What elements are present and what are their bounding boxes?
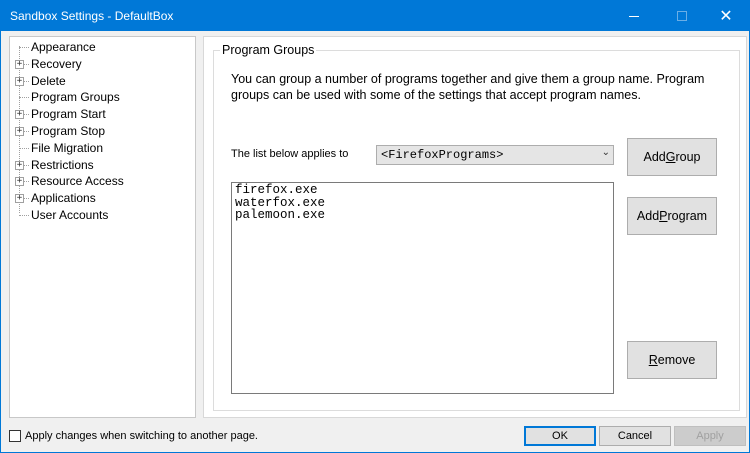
tree-item[interactable]: + Recovery: [10, 56, 195, 73]
tree-item-label: Recovery: [31, 56, 82, 71]
remove-accel: R: [648, 353, 658, 367]
maximize-button[interactable]: [659, 1, 705, 31]
add-group-button[interactable]: Add Group: [627, 138, 717, 176]
add-group-accel: G: [665, 150, 676, 164]
group-select-value: <FirefoxPrograms>: [381, 148, 504, 162]
settings-window: Sandbox Settings - DefaultBox ✕ Appearan…: [0, 0, 750, 453]
expand-icon[interactable]: +: [15, 160, 24, 170]
list-item[interactable]: firefox.exe: [235, 184, 610, 197]
tree-connector: [19, 215, 29, 216]
tree-item[interactable]: File Migration: [10, 140, 195, 157]
expand-icon[interactable]: +: [15, 194, 24, 204]
tree-item[interactable]: + Resource Access: [10, 173, 195, 190]
title-bar[interactable]: Sandbox Settings - DefaultBox ✕: [1, 1, 749, 31]
tree-connector: [19, 47, 29, 48]
chevron-down-icon: ⌄: [601, 147, 610, 158]
tree-item-label: Delete: [31, 73, 66, 88]
apply-button[interactable]: Apply: [674, 426, 746, 446]
add-group-label-pre: Add: [643, 150, 666, 164]
settings-page: Program Groups You can group a number of…: [203, 36, 747, 418]
tree-connector: [19, 147, 29, 149]
remove-button[interactable]: Remove: [627, 341, 717, 379]
tree-item[interactable]: + Program Stop: [10, 123, 195, 140]
groupbox-title: Program Groups: [220, 43, 317, 57]
program-groups-groupbox: Program Groups You can group a number of…: [213, 43, 740, 411]
minimize-button[interactable]: [611, 1, 657, 31]
tree-item[interactable]: + Restrictions: [10, 157, 195, 174]
tree-item-label: Applications: [31, 191, 96, 206]
tree-item-label: Resource Access: [31, 174, 124, 189]
apply-on-switch-label[interactable]: Apply changes when switching to another …: [25, 430, 258, 442]
tree-item[interactable]: Appearance: [10, 39, 195, 56]
expand-icon[interactable]: +: [15, 110, 24, 120]
tree-item[interactable]: User Accounts: [10, 207, 195, 224]
tree-item-label: Restrictions: [31, 157, 94, 172]
tree-item-label: Program Stop: [31, 124, 106, 138]
tree-item-label: File Migration: [31, 140, 104, 155]
close-icon: ✕: [719, 6, 733, 25]
close-button[interactable]: ✕: [703, 1, 749, 31]
expand-icon[interactable]: +: [15, 76, 24, 86]
group-select[interactable]: <FirefoxPrograms> ⌄: [376, 145, 614, 165]
add-program-label-pre: Add: [636, 209, 660, 223]
settings-tree[interactable]: Appearance + Recovery + Delete Program Groups…: [9, 36, 196, 418]
tree-item-label: Program Groups: [31, 90, 120, 105]
tree-item-label: User Accounts: [31, 208, 109, 222]
programs-list[interactable]: firefox.exe waterfox.exe palemoon.exe: [231, 182, 614, 394]
tree-item[interactable]: + Program Start: [10, 106, 195, 123]
add-program-label-post: rogram: [667, 209, 708, 223]
minimize-icon: [629, 15, 639, 17]
tree-item[interactable]: Program Groups: [10, 89, 195, 106]
list-item[interactable]: palemoon.exe: [235, 209, 610, 222]
tree-item[interactable]: + Applications: [10, 190, 195, 207]
add-program-accel: P: [659, 209, 668, 223]
tree-connector: [19, 97, 29, 99]
tree-item-label: Program Start: [31, 107, 106, 122]
remove-label-post: emove: [657, 353, 696, 367]
description-text: You can group a number of programs toget…: [231, 72, 705, 102]
maximize-icon: [677, 11, 687, 21]
tree-item-label: Appearance: [31, 40, 96, 54]
applies-to-label: The list below applies to: [231, 148, 349, 160]
apply-on-switch-checkbox[interactable]: [9, 430, 21, 442]
tree-item[interactable]: + Delete: [10, 73, 195, 90]
window-title: Sandbox Settings - DefaultBox: [10, 9, 174, 23]
expand-icon[interactable]: +: [15, 127, 24, 136]
add-group-label-post: roup: [675, 150, 701, 164]
expand-icon[interactable]: +: [15, 59, 24, 69]
cancel-button[interactable]: Cancel: [599, 426, 671, 446]
expand-icon[interactable]: +: [15, 177, 24, 187]
ok-button[interactable]: OK: [524, 426, 596, 446]
add-program-button[interactable]: Add Program: [627, 197, 717, 235]
